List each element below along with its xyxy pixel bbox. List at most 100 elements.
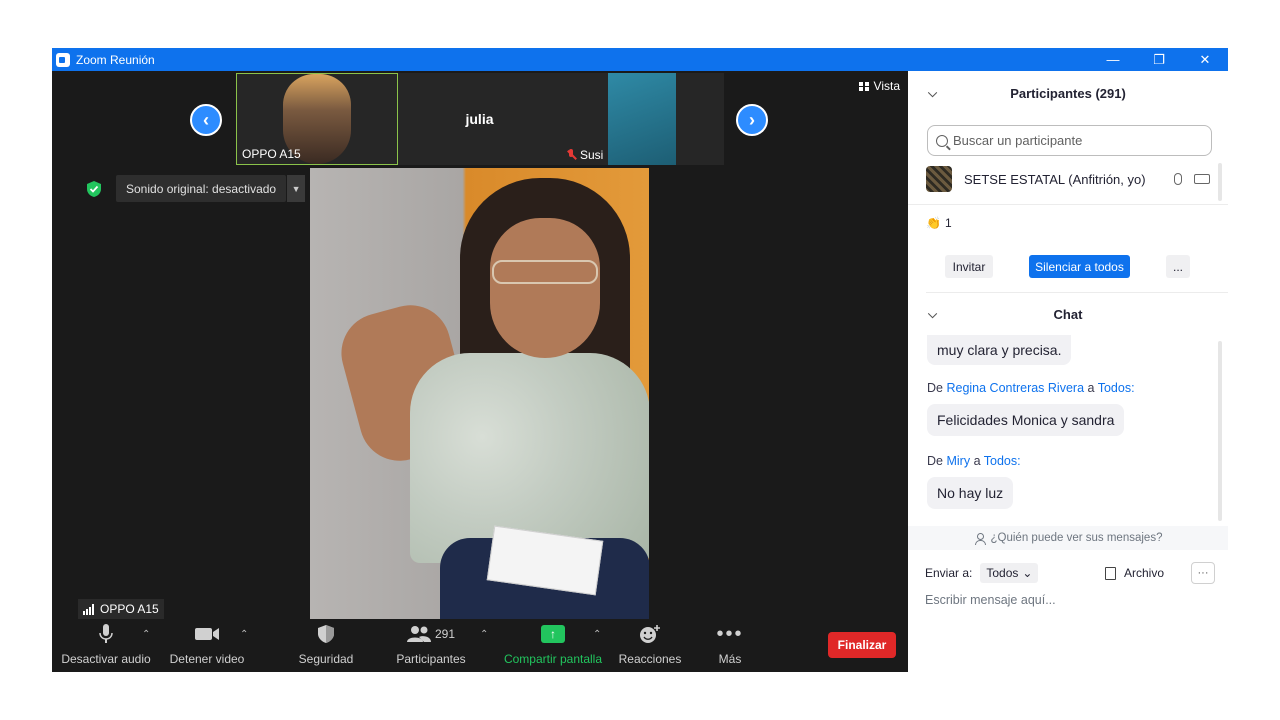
original-sound-control: Sonido original: desactivado ▼ bbox=[86, 175, 306, 202]
microphone-icon[interactable] bbox=[1174, 173, 1182, 185]
person-icon bbox=[974, 532, 986, 545]
meeting-toolbar: Desactivar audio ⌃ Detener video ⌃ Segur… bbox=[52, 619, 908, 672]
chat-message: No hay luz bbox=[927, 477, 1014, 509]
tile-label: Susi bbox=[566, 148, 603, 162]
clap-count: 1 bbox=[944, 216, 952, 230]
chat-header: ⌵ Chat bbox=[908, 296, 1228, 332]
microphone-icon bbox=[99, 624, 113, 643]
video-strip: OPPO A15 julia Susi bbox=[236, 73, 724, 165]
reaction-summary: 👏 1 bbox=[926, 216, 952, 230]
file-button[interactable]: Archivo bbox=[1105, 566, 1164, 580]
participants-header: ⌵ Participantes (291) bbox=[908, 71, 1228, 115]
zoom-window: Zoom Reunión — ❐ ✕ ‹ OPPO A15 julia Susi bbox=[52, 48, 1228, 672]
participant-status-icons bbox=[1174, 173, 1210, 185]
chevron-down-icon[interactable]: ⌵ bbox=[928, 307, 937, 322]
participant-video bbox=[608, 73, 676, 165]
video-options-caret[interactable]: ⌃ bbox=[240, 629, 248, 640]
message-sender-line: De Regina Contreras Rivera a Todos: bbox=[927, 381, 1135, 395]
shield-check-icon bbox=[86, 180, 102, 198]
tile-name: OPPO A15 bbox=[242, 147, 301, 161]
to-word: a bbox=[973, 454, 981, 468]
mute-audio-button[interactable]: Desactivar audio bbox=[61, 619, 151, 672]
original-sound-dropdown[interactable]: ▼ bbox=[287, 175, 306, 202]
participant-row[interactable]: SETSE ESTATAL (Anfitrión, yo) bbox=[926, 165, 1216, 193]
participants-button[interactable]: 291 Participantes bbox=[392, 619, 470, 672]
send-to-dropdown[interactable]: Todos ⌄ bbox=[980, 563, 1039, 583]
view-button[interactable]: Vista bbox=[858, 79, 900, 93]
participants-icon bbox=[406, 626, 431, 642]
tile-name: Susi bbox=[580, 148, 604, 162]
chat-scrollbar[interactable] bbox=[1218, 341, 1222, 521]
participants-label: Participantes bbox=[396, 652, 466, 666]
chevron-down-icon: ⌄ bbox=[1022, 566, 1033, 580]
reactions-label: Reacciones bbox=[618, 652, 682, 666]
share-screen-label: Compartir pantalla bbox=[503, 652, 603, 666]
signal-strength-icon bbox=[83, 603, 95, 615]
mute-audio-label: Desactivar audio bbox=[61, 652, 151, 666]
who-can-see-link[interactable]: ¿Quién puede ver sus mensajes? bbox=[908, 526, 1228, 550]
more-dots-icon: ••• bbox=[716, 623, 744, 645]
clapping-hands-icon: 👏 bbox=[926, 216, 941, 230]
share-options-caret[interactable]: ⌃ bbox=[593, 629, 601, 640]
more-button[interactable]: ••• Más bbox=[707, 619, 753, 672]
stop-video-label: Detener video bbox=[169, 652, 245, 666]
stop-video-button[interactable]: Detener video bbox=[167, 619, 247, 672]
participants-more-button[interactable]: ... bbox=[1166, 255, 1190, 278]
close-button[interactable]: ✕ bbox=[1182, 48, 1228, 71]
mute-all-button[interactable]: Silenciar a todos bbox=[1029, 255, 1130, 278]
window-controls: — ❐ ✕ bbox=[1090, 48, 1228, 71]
from-prefix: De bbox=[927, 454, 943, 468]
participant-name: SETSE ESTATAL (Anfitrión, yo) bbox=[964, 171, 1146, 187]
chat-message-input[interactable]: Escribir mensaje aquí... bbox=[925, 593, 1056, 607]
share-screen-button[interactable]: ↑ Compartir pantalla bbox=[502, 619, 604, 672]
recipient-name[interactable]: Todos: bbox=[1098, 381, 1135, 395]
title-bar: Zoom Reunión — ❐ ✕ bbox=[52, 48, 1228, 71]
share-arrow-icon: ↑ bbox=[541, 625, 565, 643]
participant-search-input[interactable]: Buscar un participante bbox=[927, 125, 1212, 156]
send-target: Todos bbox=[986, 566, 1019, 580]
divider bbox=[908, 204, 1228, 205]
chat-more-button[interactable]: ··· bbox=[1191, 562, 1215, 584]
prev-page-button[interactable]: ‹ bbox=[190, 104, 222, 136]
end-meeting-button[interactable]: Finalizar bbox=[828, 632, 896, 658]
recipient-name[interactable]: Todos: bbox=[984, 454, 1021, 468]
video-camera-icon bbox=[195, 628, 219, 640]
security-button[interactable]: Seguridad bbox=[292, 619, 360, 672]
video-tile-susi[interactable]: Susi bbox=[561, 73, 724, 165]
side-panel: ⌵ Participantes (291) Buscar un particip… bbox=[908, 71, 1228, 672]
file-icon bbox=[1105, 566, 1116, 580]
video-tile-julia[interactable]: julia bbox=[398, 73, 561, 165]
file-label: Archivo bbox=[1124, 566, 1165, 580]
window-title: Zoom Reunión bbox=[76, 52, 155, 67]
chevron-left-icon: ‹ bbox=[203, 109, 209, 130]
video-camera-icon[interactable] bbox=[1194, 174, 1210, 184]
sender-name[interactable]: Miry bbox=[946, 454, 970, 468]
view-label: Vista bbox=[873, 79, 900, 93]
video-tile-oppo[interactable]: OPPO A15 bbox=[236, 73, 398, 165]
security-label: Seguridad bbox=[298, 652, 354, 666]
message-sender-line: De Miry a Todos: bbox=[927, 454, 1021, 468]
chevron-right-icon: › bbox=[749, 109, 755, 130]
search-placeholder: Buscar un participante bbox=[953, 133, 1083, 148]
minimize-button[interactable]: — bbox=[1090, 48, 1136, 71]
participants-count: 291 bbox=[434, 627, 456, 641]
meeting-area: ‹ OPPO A15 julia Susi › Vista Sonido ori… bbox=[52, 71, 908, 672]
search-icon bbox=[936, 134, 948, 147]
send-to-row: Enviar a: Todos ⌄ Archivo ··· bbox=[925, 561, 1215, 585]
grid-icon bbox=[858, 81, 869, 91]
tile-name: julia bbox=[465, 111, 494, 127]
sender-name[interactable]: Regina Contreras Rivera bbox=[946, 381, 1084, 395]
original-sound-button[interactable]: Sonido original: desactivado bbox=[116, 175, 287, 202]
shield-icon bbox=[318, 625, 334, 643]
divider bbox=[926, 292, 1228, 293]
next-page-button[interactable]: › bbox=[736, 104, 768, 136]
restore-button[interactable]: ❐ bbox=[1136, 48, 1182, 71]
chevron-down-icon[interactable]: ⌵ bbox=[928, 86, 937, 101]
invite-button[interactable]: Invitar bbox=[945, 255, 993, 278]
from-prefix: De bbox=[927, 381, 943, 395]
participants-scrollbar[interactable] bbox=[1218, 163, 1222, 201]
audio-options-caret[interactable]: ⌃ bbox=[142, 629, 150, 640]
smiley-add-icon bbox=[640, 625, 660, 643]
participants-options-caret[interactable]: ⌃ bbox=[480, 629, 488, 640]
reactions-button[interactable]: Reacciones bbox=[618, 619, 682, 672]
